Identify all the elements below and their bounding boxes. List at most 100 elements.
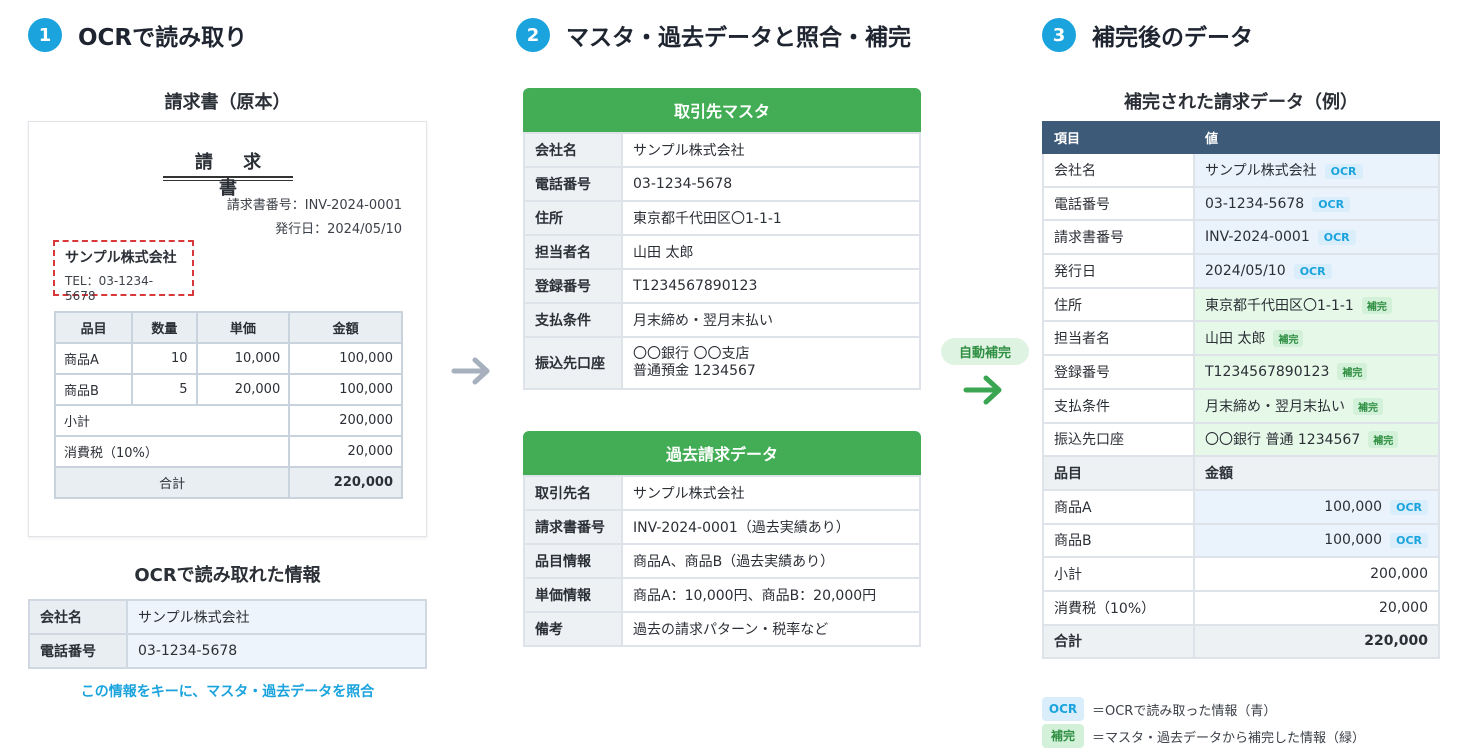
col-header: 項目 <box>1042 121 1195 154</box>
cell-value: 100,000 OCR <box>1193 522 1440 559</box>
cell-key: 会社名 <box>1042 152 1195 188</box>
ocr-tag: OCR <box>1312 196 1351 212</box>
cell-key: 電話番号 <box>1042 185 1195 222</box>
step-3-header: 3 補完後のデータ <box>1042 18 1253 52</box>
value-text: 東京都千代田区〇1-1-1 <box>1205 297 1354 314</box>
cell: 合計 <box>53 466 291 499</box>
cell-value: 商品A：10,000円、商品B：20,000円 <box>621 577 921 613</box>
cell-value: サンプル株式会社 <box>621 475 921 511</box>
step-3-number: 3 <box>1042 18 1076 52</box>
table-row: 会社名 サンプル株式会社 <box>28 599 427 635</box>
history-table: 取引先名 サンプル株式会社 請求書番号 INV-2024-0001（過去実績あり） … <box>523 475 921 647</box>
cell-key: 会社名 <box>28 599 128 635</box>
value-text: INV-2024-0001 <box>1205 229 1310 246</box>
cell-value: 〇〇銀行 〇〇支店 普通預金 1234567 <box>621 336 921 390</box>
cell-key: 請求書番号 <box>523 509 623 545</box>
cell-key: 登録番号 <box>523 268 623 304</box>
table-row: 振込先口座 〇〇銀行 普通 1234567 補完 <box>1042 421 1440 458</box>
table-row: 備考 過去の請求パターン・税率など <box>523 611 921 647</box>
arrow-right-icon <box>451 357 490 385</box>
table-row: 品目情報 商品A、商品B（過去実績あり） <box>523 543 921 579</box>
value-text: サンプル株式会社 <box>1205 162 1317 179</box>
step-3-title: 補完後のデータ <box>1092 25 1253 51</box>
cell: 20,000 <box>288 435 403 468</box>
invoice-date: 発行日：2024/05/10 <box>275 222 402 237</box>
complement-tag: 補完 <box>1337 363 1368 381</box>
invoice-title: 請 求 書 <box>194 152 274 199</box>
cell-key: 支払条件 <box>1042 387 1195 424</box>
cell-value: 2024/05/10 OCR <box>1193 253 1440 289</box>
invoice-items-table: 品目 数量 単価 金額 商品A 10 10,000 100,000 商品B 5 … <box>53 311 403 499</box>
cell: 小計 <box>53 404 291 437</box>
cell-key: 単価情報 <box>523 577 623 613</box>
ocr-tag: OCR <box>1293 263 1332 279</box>
cell-value: 〇〇銀行 普通 1234567 補完 <box>1193 421 1440 458</box>
cell-key: 振込先口座 <box>523 336 623 390</box>
cell-key: 取引先名 <box>523 475 623 511</box>
cell-value: 03-1234-5678 <box>621 166 921 202</box>
cell-value: 03-1234-5678 OCR <box>1193 185 1440 222</box>
cell-key: 振込先口座 <box>1042 421 1195 458</box>
subtotal-row: 小計 200,000 <box>1042 556 1440 592</box>
table-row: 取引先名 サンプル株式会社 <box>523 475 921 511</box>
table-row: 会社名 サンプル株式会社 OCR <box>1042 152 1440 188</box>
value-text: 〇〇銀行 普通 1234567 <box>1205 432 1361 449</box>
legend-complement-badge: 補完 <box>1042 724 1084 748</box>
table-row: 電話番号 03-1234-5678 <box>523 166 921 202</box>
cell: 商品B <box>53 373 134 406</box>
invoice-number: 請求書番号：INV-2024-0001 <box>226 198 402 213</box>
table-row: 商品A 100,000 OCR <box>1042 488 1440 525</box>
cell-key: 住所 <box>523 200 623 236</box>
section-amount-label: 金額 <box>1193 455 1440 491</box>
result-header-row: 項目 値 <box>1042 121 1440 154</box>
value-text: 月末締め・翌月末払い <box>1205 398 1345 415</box>
cell-key: 請求書番号 <box>1042 219 1195 256</box>
result-heading: 補完された請求データ（例） <box>1124 92 1358 113</box>
master-title: 取引先マスタ <box>523 88 921 132</box>
step-1-number: 1 <box>28 18 62 52</box>
legend-ocr: OCR ＝OCRで読み取った情報（青） <box>1042 697 1276 721</box>
cell: 商品A <box>53 342 134 375</box>
complement-tag: 補完 <box>1273 330 1304 348</box>
legend-ocr-text: ＝OCRで読み取った情報（青） <box>1092 703 1277 719</box>
invoice-title-underline <box>163 176 293 178</box>
table-row: 電話番号 03-1234-5678 <box>28 633 427 669</box>
auto-complete-badge: 自動補完 <box>941 338 1029 365</box>
cell-value: サンプル株式会社 <box>621 132 921 168</box>
cell-value: 月末締め・翌月末払い 補完 <box>1193 387 1440 424</box>
tax-row: 消費税（10%） 20,000 <box>1042 589 1440 626</box>
cell-key: 支払条件 <box>523 302 623 338</box>
master-table: 会社名 サンプル株式会社 電話番号 03-1234-5678 住所 東京都千代田区〇1… <box>523 132 921 390</box>
cell: 100,000 <box>288 342 403 375</box>
invoice-heading: 請求書（原本） <box>164 92 291 113</box>
table-row: 商品B 5 20,000 100,000 <box>53 373 403 406</box>
ocr-tag: OCR <box>1317 230 1356 246</box>
result-table: 項目 値 会社名 サンプル株式会社 OCR 電話番号 03-1234-5678 OCR … <box>1042 121 1440 660</box>
table-row: 商品A 10 10,000 100,000 <box>53 342 403 375</box>
history-panel: 過去請求データ 取引先名 サンプル株式会社 請求書番号 INV-2024-0001（… <box>523 431 921 647</box>
value-text: 100,000 <box>1324 532 1383 549</box>
cell-value: 東京都千代田区〇1-1-1 <box>621 200 921 236</box>
cell-value: 200,000 <box>1193 556 1440 592</box>
cell-value: 20,000 <box>1193 589 1440 626</box>
ocr-result-table: 会社名 サンプル株式会社 電話番号 03-1234-5678 <box>28 599 427 669</box>
tax-row: 消費税（10%） 20,000 <box>53 435 403 468</box>
cell-key: 小計 <box>1042 556 1195 592</box>
total-row: 合計 220,000 <box>53 466 403 499</box>
ocr-heading: OCRで読み取れた情報 <box>134 565 321 586</box>
cell: 10 <box>131 342 198 375</box>
col-header: 品目 <box>53 311 134 344</box>
table-row: 支払条件 月末締め・翌月末払い 補完 <box>1042 387 1440 424</box>
legend-ocr-badge: OCR <box>1042 697 1084 721</box>
table-row: 担当者名 山田 太郎 <box>523 234 921 270</box>
history-title: 過去請求データ <box>523 431 921 475</box>
col-header: 数量 <box>131 311 198 344</box>
legend-complement-text: ＝マスタ・過去データから補完した情報（緑） <box>1092 730 1366 746</box>
cell-value: サンプル株式会社 OCR <box>1193 152 1440 188</box>
cell-key: 合計 <box>1042 623 1195 660</box>
table-row: 請求書番号 INV-2024-0001 OCR <box>1042 219 1440 256</box>
step-2-title: マスタ・過去データと照合・補完 <box>566 25 911 51</box>
value-text: 山田 太郎 <box>1205 331 1266 348</box>
cell-key: 発行日 <box>1042 253 1195 289</box>
complement-tag: 補完 <box>1353 397 1383 415</box>
